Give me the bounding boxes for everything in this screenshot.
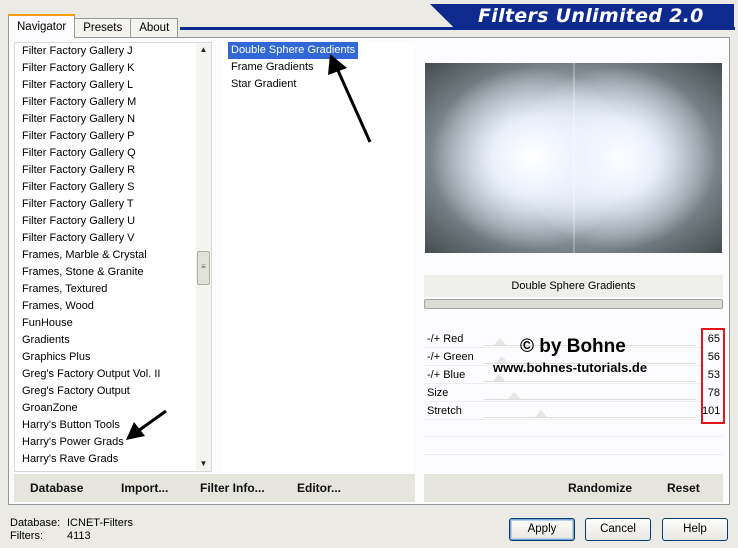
editor-button[interactable]: Editor...	[297, 481, 341, 496]
category-item[interactable]: Filter Factory Gallery V	[22, 230, 134, 247]
current-filter-name: Double Sphere Gradients	[424, 275, 723, 297]
filter-item[interactable]: Star Gradient	[228, 76, 299, 93]
tab-about[interactable]: About	[130, 18, 179, 38]
scroll-thumb[interactable]: ≡	[197, 251, 210, 285]
randomize-button[interactable]: Randomize	[568, 481, 632, 496]
category-item[interactable]: Filter Factory Gallery M	[22, 94, 136, 111]
category-scrollbar[interactable]: ▲ ≡ ▼	[196, 43, 211, 471]
param-label: -/+ Red	[427, 333, 464, 345]
param-size[interactable]: Size 78	[424, 384, 720, 402]
param-label: Size	[427, 387, 449, 399]
category-item[interactable]: Filter Factory Gallery K	[22, 60, 134, 77]
status-database-value: ICNET-Filters	[67, 517, 133, 529]
status-filters-label: Filters:	[10, 530, 43, 542]
tab-navigator[interactable]: Navigator	[8, 14, 76, 38]
filter-list[interactable]: Double Sphere Gradients Frame Gradients …	[222, 42, 415, 472]
progress-bar	[424, 299, 723, 309]
status-info: Database: ICNET-Filters Filters: 4113	[10, 517, 133, 543]
values-highlight-box	[701, 328, 725, 424]
category-item[interactable]: Graphics Plus	[22, 349, 90, 366]
category-item[interactable]: Greg's Factory Output	[22, 383, 130, 400]
category-item[interactable]: Filter Factory Gallery L	[22, 77, 133, 94]
slider-track[interactable]	[484, 399, 696, 400]
app-title: Filters Unlimited 2.0	[430, 4, 734, 28]
param-label: -/+ Blue	[427, 369, 466, 381]
param-label: Stretch	[427, 405, 462, 417]
category-item[interactable]: Frames, Stone & Granite	[22, 264, 144, 281]
category-item[interactable]: Filter Factory Gallery R	[22, 162, 135, 179]
scroll-down-arrow-icon[interactable]: ▼	[196, 457, 211, 471]
cancel-button[interactable]: Cancel	[585, 518, 651, 541]
filter-info-button[interactable]: Filter Info...	[200, 481, 265, 496]
reset-button[interactable]: Reset	[667, 481, 700, 496]
slider-knob[interactable]	[493, 374, 505, 381]
scroll-up-arrow-icon[interactable]: ▲	[196, 43, 211, 57]
param-label: -/+ Green	[427, 351, 474, 363]
preview-seam	[573, 63, 575, 253]
category-item[interactable]: Frames, Marble & Crystal	[22, 247, 147, 264]
watermark-url: www.bohnes-tutorials.de	[493, 360, 648, 375]
slider-track[interactable]	[484, 417, 696, 418]
apply-button[interactable]: Apply	[509, 518, 575, 541]
filter-item-selected[interactable]: Double Sphere Gradients	[228, 42, 359, 59]
filter-item[interactable]: Frame Gradients	[228, 59, 317, 76]
watermark-copyright: © by Bohne	[520, 336, 626, 357]
category-item[interactable]: Filter Factory Gallery U	[22, 213, 135, 230]
slider-knob[interactable]	[535, 410, 547, 417]
category-item[interactable]: Filter Factory Gallery P	[22, 128, 134, 145]
database-button[interactable]: Database	[30, 481, 83, 496]
category-item[interactable]: GroanZone	[22, 400, 78, 417]
category-item[interactable]: Filter Factory Gallery J	[22, 43, 133, 60]
category-item[interactable]: Harry's Rave Grads	[22, 451, 118, 468]
param-stretch[interactable]: Stretch 101	[424, 402, 720, 420]
category-item[interactable]: Frames, Wood	[22, 298, 94, 315]
filters-unlimited-window: Navigator Presets About Filters Unlimite…	[0, 0, 738, 548]
category-list[interactable]: Filter Factory Gallery J Filter Factory …	[14, 42, 212, 472]
category-item[interactable]: Greg's Factory Output Vol. II	[22, 366, 160, 383]
slider-knob[interactable]	[508, 392, 520, 399]
category-item[interactable]: Filter Factory Gallery N	[22, 111, 135, 128]
import-button[interactable]: Import...	[121, 481, 168, 496]
category-item[interactable]: Filter Factory Gallery Q	[22, 145, 136, 162]
category-item[interactable]: Filter Factory Gallery S	[22, 179, 134, 196]
navigator-toolbar: Database Import... Filter Info... Editor…	[14, 474, 415, 502]
category-item[interactable]: FunHouse	[22, 315, 73, 332]
filter-preview-image	[425, 63, 722, 253]
category-item[interactable]: Frames, Textured	[22, 281, 107, 298]
tab-presets[interactable]: Presets	[74, 18, 132, 38]
status-database-label: Database:	[10, 517, 61, 529]
help-button[interactable]: Help	[662, 518, 728, 541]
tab-bar: Navigator Presets About	[8, 14, 179, 38]
preview-toolbar: Randomize Reset	[424, 474, 723, 502]
category-item[interactable]: Harry's Button Tools	[22, 417, 120, 434]
status-filters-value: 4113	[67, 530, 91, 542]
category-item[interactable]: Gradients	[22, 332, 70, 349]
slider-track[interactable]	[484, 381, 696, 382]
category-item[interactable]: Filter Factory Gallery T	[22, 196, 134, 213]
empty-param-rows	[424, 424, 723, 464]
category-item[interactable]: Harry's Power Grads	[22, 434, 124, 451]
slider-knob[interactable]	[494, 338, 506, 345]
